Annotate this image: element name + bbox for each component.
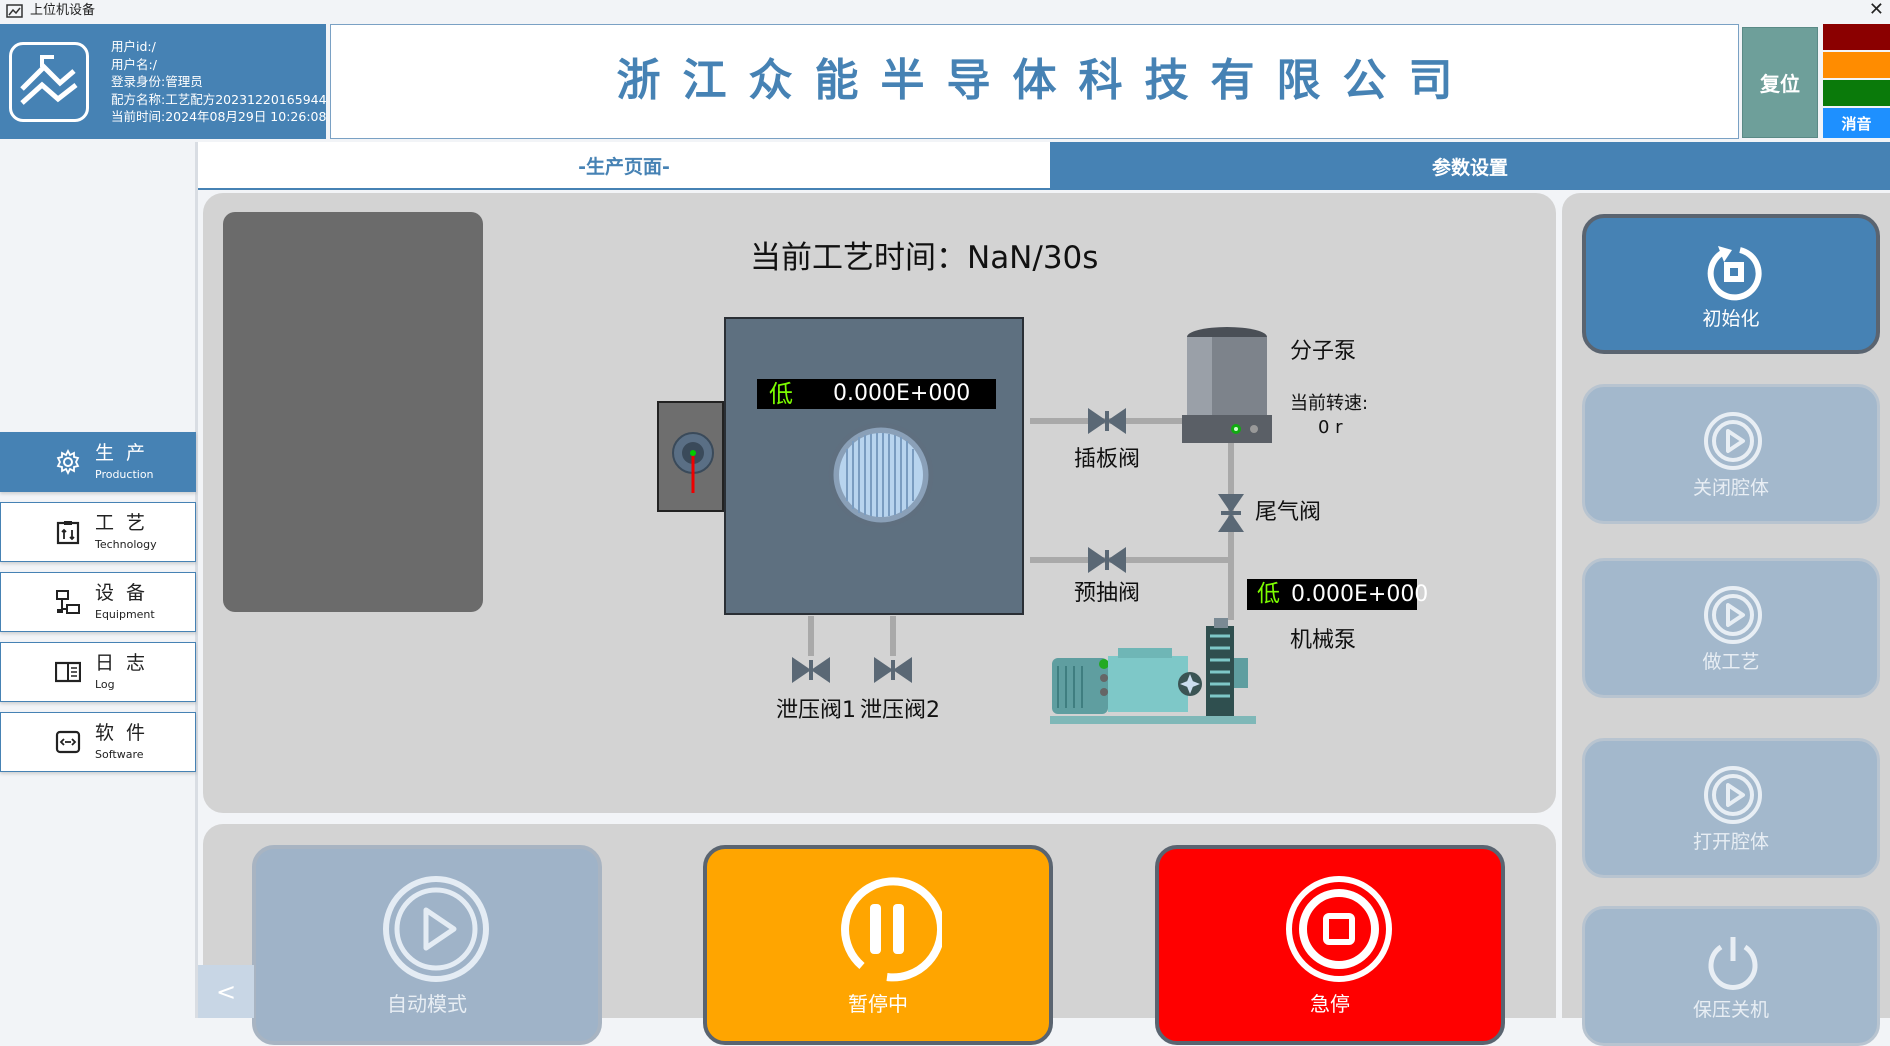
play-icon	[1704, 586, 1762, 644]
sidebar-item-log[interactable]: 日志 Log	[0, 642, 196, 702]
current-time: 当前时间:2024年08月29日 10:26:08	[111, 109, 327, 124]
tab-production[interactable]: -生产页面-	[198, 142, 1050, 190]
company-logo	[9, 42, 89, 122]
book-icon	[55, 661, 81, 683]
stop-icon	[1286, 876, 1392, 982]
auto-mode-button[interactable]: 自动模式	[252, 845, 602, 1045]
process-chamber	[724, 317, 1024, 615]
exhaust-valve-icon[interactable]	[1216, 492, 1246, 534]
pause-button[interactable]: 暂停中	[703, 845, 1053, 1045]
sidebar-item-equipment[interactable]: 设备 Equipment	[0, 572, 196, 632]
reset-button[interactable]: 复位	[1742, 27, 1818, 138]
gauge-value: 0.000E+000	[1291, 582, 1429, 607]
gate-valve-icon[interactable]	[1086, 406, 1128, 436]
process-time: 当前工艺时间：NaN/30s	[750, 240, 1099, 276]
initialize-label: 初始化	[1702, 308, 1760, 330]
pump-speed-value: 0 r	[1318, 417, 1343, 438]
pipe-prepump	[1030, 557, 1230, 563]
tab-parameters[interactable]: 参数设置	[1050, 142, 1890, 190]
emergency-stop-label: 急停	[1310, 992, 1350, 1016]
pipe-relief2	[890, 616, 896, 656]
window-title: 上位机设备	[30, 3, 96, 18]
auto-mode-label: 自动模式	[387, 992, 467, 1016]
nav-label-en: Software	[95, 748, 144, 761]
exhaust-valve-label: 尾气阀	[1255, 500, 1322, 525]
nav-label-en: Log	[95, 678, 115, 691]
nav-label-zh: 日志	[95, 652, 158, 674]
pre-pump-valve-label: 预抽阀	[1074, 581, 1141, 606]
close-icon[interactable]: ✕	[1869, 0, 1884, 20]
molecular-pump-icon[interactable]	[1182, 325, 1272, 445]
device-icon	[56, 590, 80, 614]
title-bar: 上位机设备 ✕	[0, 0, 1890, 24]
relief-valve-1-icon[interactable]	[790, 655, 832, 685]
pipe-relief1	[808, 616, 814, 656]
nav-label-en: Production	[95, 468, 154, 481]
reset-icon	[1707, 246, 1762, 301]
nav-label-en: Equipment	[95, 608, 155, 621]
camera-view	[223, 212, 483, 612]
hold-pressure-shutdown-label: 保压关机	[1692, 999, 1769, 1021]
molecular-pump-label: 分子泵	[1290, 339, 1357, 364]
gauge-value: 0.000E+000	[833, 381, 971, 406]
sidebar-item-production[interactable]: 生产 Production	[0, 432, 196, 492]
pause-label: 暂停中	[848, 992, 908, 1016]
open-chamber-button[interactable]: 打开腔体	[1582, 738, 1880, 878]
play-icon	[1704, 412, 1762, 470]
nav-label-zh: 生产	[95, 442, 158, 464]
status-lamp-orange	[1823, 52, 1890, 78]
gear-icon	[56, 449, 80, 475]
relief-valve-2-label: 泄压阀2	[860, 698, 940, 723]
initialize-button[interactable]: 初始化	[1582, 214, 1880, 354]
nav-label-en: Technology	[95, 538, 157, 551]
company-banner: 浙江众能半导体科技有限公司	[330, 24, 1739, 139]
gauge-level: 低	[769, 380, 793, 408]
login-role: 登录身份:管理员	[111, 74, 203, 89]
sidebar-item-technology[interactable]: 工艺 Technology	[0, 502, 196, 562]
user-info-text: 用户id:/ 用户名:/ 登录身份:管理员 配方名称:工艺配方202312201…	[111, 38, 327, 126]
relief-valve-2-icon[interactable]	[872, 655, 914, 685]
mute-button[interactable]: 消音	[1823, 108, 1890, 138]
pre-pump-valve-icon[interactable]	[1086, 545, 1128, 575]
run-process-label: 做工艺	[1702, 651, 1760, 673]
clipboard-icon	[56, 521, 80, 545]
recipe-name: 配方名称:工艺配方20231220165944	[111, 91, 327, 107]
relief-valve-1-label: 泄压阀1	[776, 698, 856, 723]
status-lamp-red	[1823, 24, 1890, 50]
power-icon	[1708, 937, 1758, 990]
company-name: 浙江众能半导体科技有限公司	[616, 55, 1475, 106]
chamber-vacuum-gauge: 低 0.000E+000	[757, 379, 996, 409]
software-icon	[55, 730, 81, 754]
open-chamber-label: 打开腔体	[1692, 831, 1769, 853]
user-name: 用户名:/	[111, 56, 157, 72]
gate-valve-label: 插板阀	[1074, 447, 1141, 472]
mech-pump-vacuum-gauge: 低 0.000E+000	[1247, 579, 1428, 610]
user-id: 用户id:/	[111, 39, 156, 54]
nav-label-zh: 工艺	[95, 512, 158, 534]
hold-pressure-shutdown-button[interactable]: 保压关机	[1582, 906, 1880, 1046]
nav-label-zh: 设备	[95, 582, 158, 604]
play-icon	[383, 876, 489, 982]
mechanical-pump-icon[interactable]	[1048, 618, 1258, 726]
emergency-stop-button[interactable]: 急停	[1155, 845, 1505, 1045]
play-icon	[1704, 766, 1762, 824]
collapse-button[interactable]: <	[198, 965, 254, 1018]
pause-icon	[841, 877, 942, 982]
user-info-panel: 用户id:/ 用户名:/ 登录身份:管理员 配方名称:工艺配方202312201…	[0, 24, 327, 139]
load-lock	[657, 401, 724, 512]
gauge-level: 低	[1257, 581, 1280, 607]
close-chamber-button[interactable]: 关闭腔体	[1582, 384, 1880, 524]
sidebar-item-software[interactable]: 软件 Software	[0, 712, 196, 772]
status-lamp-green	[1823, 80, 1890, 106]
app-icon	[6, 4, 23, 18]
close-chamber-label: 关闭腔体	[1692, 477, 1769, 499]
run-process-button[interactable]: 做工艺	[1582, 558, 1880, 698]
mech-pump-label: 机械泵	[1290, 628, 1357, 653]
nav-label-zh: 软件	[95, 722, 158, 744]
pump-speed-label: 当前转速:	[1290, 393, 1369, 414]
